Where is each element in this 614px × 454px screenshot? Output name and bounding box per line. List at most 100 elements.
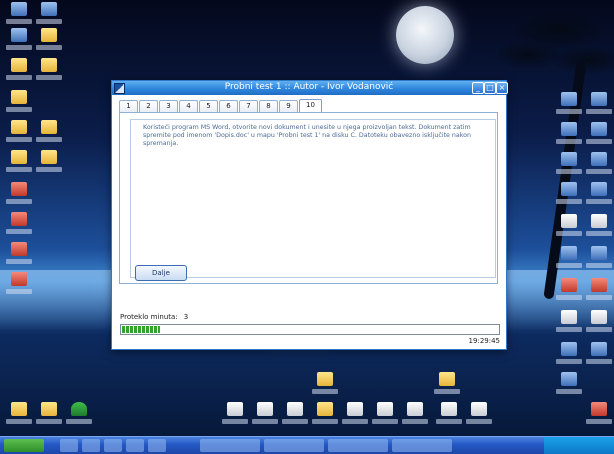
desktop-icon[interactable] (402, 402, 428, 432)
document-icon (471, 402, 487, 416)
taskbar-item[interactable] (60, 439, 78, 452)
desktop-icon-label (586, 169, 612, 174)
desktop-icon[interactable] (556, 372, 582, 402)
desktop-icon[interactable] (312, 402, 338, 432)
desktop-icon[interactable] (6, 120, 32, 150)
desktop-icon[interactable] (252, 402, 278, 432)
taskbar-item[interactable] (104, 439, 122, 452)
desktop-icon-label (36, 419, 62, 424)
tab-5[interactable]: 5 (199, 100, 218, 112)
tab-10[interactable]: 10 (299, 99, 322, 113)
desktop-icon[interactable] (556, 122, 582, 152)
desktop-icon[interactable] (36, 402, 62, 432)
taskbar-item[interactable] (82, 439, 100, 452)
desktop-icon-label (436, 419, 462, 424)
folder-icon (11, 120, 27, 134)
desktop-icon[interactable] (222, 402, 248, 432)
desktop-icon[interactable] (586, 182, 612, 212)
desktop-icon[interactable] (586, 246, 612, 276)
desktop-icon[interactable] (6, 182, 32, 212)
desktop-icon[interactable] (556, 246, 582, 276)
document-icon (11, 272, 27, 286)
desktop-icon-label (466, 419, 492, 424)
tab-1[interactable]: 1 (119, 100, 138, 112)
desktop-icon[interactable] (36, 58, 62, 88)
desktop-icon[interactable] (556, 342, 582, 372)
desktop-icon-label (6, 167, 32, 172)
desktop-icon[interactable] (556, 278, 582, 308)
desktop-icon[interactable] (556, 92, 582, 122)
tab-3[interactable]: 3 (159, 100, 178, 112)
question-text: Koristeći program MS Word, otvorite novi… (143, 124, 472, 148)
desktop-icon[interactable] (556, 152, 582, 182)
desktop-icon[interactable] (586, 278, 612, 308)
desktop-icon[interactable] (372, 402, 398, 432)
desktop-icon[interactable] (434, 372, 460, 402)
desktop-icon[interactable] (36, 120, 62, 150)
desktop-icon[interactable] (342, 402, 368, 432)
desktop-icon[interactable] (66, 402, 92, 432)
taskbar-item[interactable] (200, 439, 260, 452)
desktop-icon[interactable] (556, 310, 582, 340)
window-titlebar[interactable]: Probni test 1 :: Autor - Ivor Vodanović … (112, 81, 508, 95)
taskbar-item[interactable] (392, 439, 452, 452)
app-icon (561, 246, 577, 260)
tab-2[interactable]: 2 (139, 100, 158, 112)
taskbar-item[interactable] (126, 439, 144, 452)
desktop-icon-label (6, 259, 32, 264)
desktop-icon[interactable] (282, 402, 308, 432)
desktop-icon-label (252, 419, 278, 424)
desktop-icon-label (342, 419, 368, 424)
desktop-icon[interactable] (586, 342, 612, 372)
desktop-icon-label (556, 199, 582, 204)
desktop-icon[interactable] (466, 402, 492, 432)
desktop-icon[interactable] (6, 150, 32, 180)
taskbar-item[interactable] (328, 439, 388, 452)
tab-4[interactable]: 4 (179, 100, 198, 112)
tab-8[interactable]: 8 (259, 100, 278, 112)
desktop-icon[interactable] (586, 310, 612, 340)
folder-icon (11, 58, 27, 72)
app-icon (561, 372, 577, 386)
taskbar-item[interactable] (264, 439, 324, 452)
close-button[interactable]: × (496, 82, 508, 94)
system-tray[interactable] (544, 437, 614, 454)
desktop-icon[interactable] (312, 372, 338, 402)
next-button[interactable]: Dalje (135, 265, 187, 281)
desktop-icon[interactable] (556, 214, 582, 244)
desktop-icon[interactable] (6, 212, 32, 242)
desktop-icon[interactable] (36, 150, 62, 180)
desktop-icon[interactable] (556, 182, 582, 212)
desktop-icon[interactable] (6, 90, 32, 120)
folder-icon (11, 90, 27, 104)
desktop-icon[interactable] (6, 58, 32, 88)
desktop-icon-label (556, 139, 582, 144)
taskbar-item[interactable] (148, 439, 166, 452)
desktop-icon[interactable] (586, 122, 612, 152)
document-icon (441, 402, 457, 416)
tab-9[interactable]: 9 (279, 100, 298, 112)
tab-6[interactable]: 6 (219, 100, 238, 112)
desktop-icon[interactable] (586, 402, 612, 432)
desktop-icon-label (6, 45, 32, 50)
tab-7[interactable]: 7 (239, 100, 258, 112)
maximize-button[interactable]: □ (484, 82, 496, 94)
app-icon (591, 310, 607, 324)
tree-icon (71, 402, 87, 416)
minimize-button[interactable]: _ (472, 82, 484, 94)
app-icon (561, 310, 577, 324)
desktop-icon[interactable] (36, 28, 62, 58)
desktop-icon[interactable] (586, 92, 612, 122)
desktop-icon[interactable] (6, 242, 32, 272)
question-groupbox: Koristeći program MS Word, otvorite novi… (130, 119, 496, 278)
desktop-icon[interactable] (6, 402, 32, 432)
start-button[interactable] (4, 439, 44, 452)
desktop-icon[interactable] (436, 402, 462, 432)
desktop-icon[interactable] (6, 272, 32, 302)
desktop-icon-label (586, 199, 612, 204)
document-icon (11, 212, 27, 226)
desktop-icon[interactable] (586, 214, 612, 244)
desktop-icon-label (556, 295, 582, 300)
desktop-icon[interactable] (6, 28, 32, 58)
desktop-icon[interactable] (586, 152, 612, 182)
